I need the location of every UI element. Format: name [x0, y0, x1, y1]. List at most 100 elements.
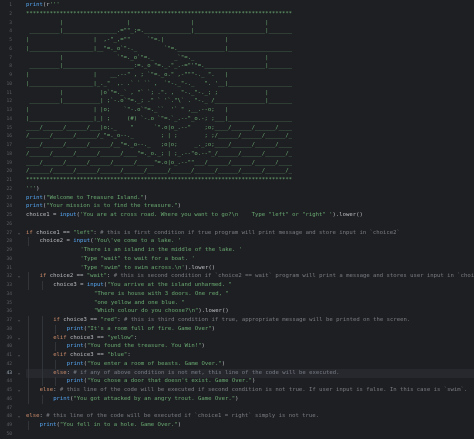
code-token: "You arrive at the island unharmed. "	[107, 282, 232, 288]
fold-toggle-icon[interactable]: ⌄	[16, 351, 22, 360]
line-number: 30	[6, 256, 12, 262]
code-area[interactable]: print(r''' ******************************…	[26, 0, 474, 439]
code-token: |___________________|__"=._o`"-._ `"=.__…	[26, 45, 293, 52]
code-line[interactable]: | | ,-"_,="" `"=.| |	[26, 36, 474, 45]
code-line[interactable]: if choice2 == "wait": # this is second c…	[26, 272, 474, 281]
code-editor[interactable]: 1 2 3 4 5 6 7 8 9 10 11 12 13 14 15 16 17 18 19 20 21 22 23 24 2…	[0, 0, 474, 439]
code-line[interactable]: print("Your mission is to find the treas…	[26, 202, 474, 211]
code-token: input	[59, 212, 77, 218]
code-line[interactable]: _________|___________| ;`-.o`"=._; ." ` …	[26, 97, 474, 106]
code-line[interactable]: 'Type "swim" to swim across.\n').lower()	[26, 264, 474, 273]
code-line[interactable]: print("Welcome to Treasure Island.")	[26, 194, 474, 203]
code-line[interactable]: print("You got attacked by an angry trou…	[26, 395, 474, 404]
code-token: input	[73, 238, 91, 245]
code-token: print	[66, 325, 84, 332]
fold-toggle-icon[interactable]: ⌄	[16, 229, 22, 238]
code-line[interactable]: elif choice3 == "blue":	[26, 351, 474, 360]
code-line[interactable]: ____/______/______/___|o;._ " `".o|o_.--…	[26, 124, 474, 133]
line-number: 4	[9, 29, 12, 35]
code-line[interactable]: |___________________|__"=._o`"-._ `"=.__…	[26, 45, 474, 54]
code-line-content: 'There is an island in the middle of the…	[80, 246, 242, 255]
code-token: if	[53, 317, 60, 323]
code-line[interactable]: ****************************************…	[26, 176, 474, 185]
code-line[interactable]: /______/______/______/______/______/____…	[26, 167, 474, 176]
code-line[interactable]: else: # this line of the code will be ex…	[26, 412, 474, 421]
code-line[interactable]: |___________________|_._" ,. .` ` `` , `…	[26, 80, 474, 89]
code-line[interactable]: ____/______/______/______/__"=._o--._ ;o…	[26, 141, 474, 150]
code-token: |___________________|_._" ,. .` ` `` , `…	[26, 80, 293, 87]
code-line[interactable]: "There is house with 3 doors. One red, "	[26, 290, 474, 299]
line-number: 46	[6, 396, 12, 402]
fold-toggle-icon[interactable]: ⌄	[16, 369, 22, 378]
code-line[interactable]: "Which colour do you choose?\n").lower()	[26, 307, 474, 316]
code-line[interactable]	[26, 404, 474, 413]
indent-guide	[28, 421, 29, 430]
code-token: print	[66, 378, 84, 385]
line-number: 15	[6, 125, 12, 131]
code-line[interactable]: print("It's a room full of fire. Game Ov…	[26, 325, 474, 334]
code-line[interactable]: print(r'''	[26, 1, 474, 10]
code-line[interactable]	[26, 220, 474, 229]
code-line[interactable]: print("You chose a door that doesn't exi…	[26, 377, 474, 386]
code-token: ****************************************…	[26, 10, 293, 17]
code-line[interactable]: _________|_____________________:=._o "=.…	[26, 62, 474, 71]
code-line[interactable]: if choice1 == "left": # this is first co…	[26, 229, 474, 238]
code-token: ).lower()	[184, 264, 216, 271]
code-line[interactable]: ____/______/______/______/______/_____"=…	[26, 159, 474, 168]
code-token: | | | |	[26, 19, 269, 26]
code-line[interactable]: print("You enter a room of beasts. Game …	[26, 360, 474, 369]
line-number: 6	[9, 46, 12, 52]
fold-toggle-icon[interactable]: ⌄	[16, 316, 22, 325]
code-line[interactable]: print("You fell in to a hole. Game Over.…	[26, 421, 474, 430]
line-number: 13	[6, 108, 12, 113]
code-token: "blue"	[107, 352, 128, 358]
code-line[interactable]: 'Type "wait" to wait for a boat. '	[26, 255, 474, 264]
fold-toggle-icon[interactable]: ⌄	[16, 334, 22, 343]
code-token: '''	[26, 185, 37, 192]
code-line-content: choice1 = input('You are at cross road. …	[26, 211, 363, 220]
code-line[interactable]: ''')	[26, 185, 474, 194]
code-token: "You chose a door that doesn't exist. Ga…	[87, 378, 253, 385]
code-line[interactable]: elif choice3 == "yellow":	[26, 334, 474, 343]
code-line[interactable]: choice1 = input('You are at cross road. …	[26, 211, 474, 220]
code-line-content: | | ,-"_,="" `"=.| |	[26, 36, 228, 45]
code-line[interactable]: /______/______/______/______/____"=._o._…	[26, 150, 474, 159]
code-line[interactable]: /______/______/______/_"=._o--._ ; | ; ;…	[26, 132, 474, 141]
code-token: elif	[53, 334, 67, 341]
code-line-content: ____/______/______/______/______/_____"=…	[26, 159, 292, 168]
code-line-content: | | | |	[26, 19, 269, 28]
code-token: :	[134, 334, 138, 341]
code-token: ).lower()	[198, 308, 229, 315]
code-line-content: elif choice3 == "blue":	[53, 351, 131, 360]
code-token: '''	[49, 2, 60, 8]
code-line[interactable]: print("You found the treasure. You Win!"…	[26, 342, 474, 351]
code-line[interactable]: | |o`"=._` , "` `; .". , "-._"-._; ; |	[26, 89, 474, 98]
code-line[interactable]: | | |o; `"-.o`"=._`` '` " ,__.--o; |	[26, 106, 474, 115]
line-number: 14	[6, 116, 12, 122]
code-line[interactable]: 'There is an island in the middle of the…	[26, 246, 474, 255]
code-line[interactable]: else: # this line of the code will be ex…	[26, 386, 474, 395]
code-line-content: |___________________|__"=._o`"-._ `"=.__…	[26, 45, 292, 54]
code-line[interactable]: ****************************************…	[26, 10, 474, 19]
code-line[interactable]: choice3 = input("You arrive at the islan…	[26, 281, 474, 290]
code-line[interactable]	[26, 430, 474, 439]
fold-toggle-icon[interactable]: ⌄	[16, 386, 22, 395]
code-token: | | __.--" , ; `"=._o." ,-"""-._ ". |	[26, 72, 229, 78]
code-line[interactable]: if choice3 == "red": # this is third con…	[26, 316, 474, 325]
code-line[interactable]: |___________________|_| ; (#) `-.o `"=.`…	[26, 115, 474, 124]
code-token: elif	[53, 352, 67, 358]
code-line[interactable]: _________|________________.=""_;=.______…	[26, 27, 474, 36]
code-line[interactable]: choice2 = input('You\'ve come to a lake.…	[26, 237, 474, 246]
code-line[interactable]: "one yellow and one blue. "	[26, 299, 474, 308]
code-line[interactable]: | `"=._o`"=._ _`"=._ |	[26, 54, 474, 63]
fold-toggle-icon[interactable]: ⌄	[16, 412, 22, 421]
current-code-line[interactable]: else: # if any of above condition is not…	[26, 368, 474, 378]
code-token: print	[66, 343, 84, 350]
code-token: ____/______/______/______/__"=._o--._ ;o…	[26, 142, 293, 148]
code-token: |___________________|_| ; (#) `-.o `"=.`…	[26, 115, 293, 122]
indent-guide	[41, 316, 43, 325]
fold-toggle-icon[interactable]: ⌄	[16, 272, 22, 281]
code-line[interactable]: | | | |	[26, 19, 474, 28]
code-line-content: else: # this line of the code will be ex…	[26, 412, 319, 421]
code-line[interactable]: | | __.--" , ; `"=._o." ,-"""-._ ". |	[26, 71, 474, 80]
